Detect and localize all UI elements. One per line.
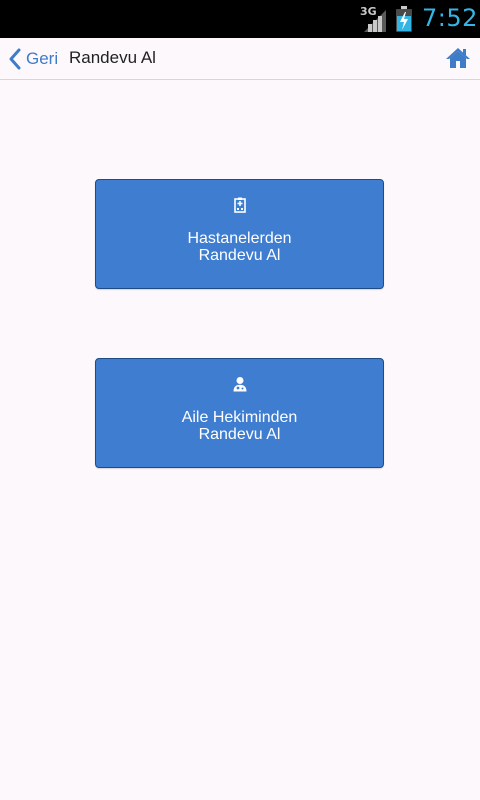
hospital-icon xyxy=(233,197,246,213)
hospital-button-label: Hastanelerden Randevu Al xyxy=(96,230,383,264)
hospital-button-line1: Hastanelerden xyxy=(187,230,292,247)
family-doctor-button-line2: Randevu Al xyxy=(198,426,281,443)
hospital-appointment-button[interactable]: Hastanelerden Randevu Al xyxy=(95,179,384,289)
back-button[interactable]: Geri xyxy=(8,46,58,72)
family-doctor-button-label: Aile Hekiminden Randevu Al xyxy=(96,409,383,443)
network-type-label: 3G xyxy=(360,5,377,18)
family-doctor-appointment-button[interactable]: Aile Hekiminden Randevu Al xyxy=(95,358,384,468)
page-title: Randevu Al xyxy=(69,48,156,67)
family-doctor-button-line1: Aile Hekiminden xyxy=(181,409,298,426)
battery-charging-icon xyxy=(396,6,412,32)
action-bar: Geri Randevu Al xyxy=(0,38,480,80)
doctor-icon xyxy=(233,377,246,392)
back-label: Geri xyxy=(26,49,59,68)
clock: 7:52 xyxy=(422,4,478,32)
status-bar: 3G 7:52 xyxy=(0,0,480,38)
hospital-button-line2: Randevu Al xyxy=(198,247,281,264)
home-icon[interactable] xyxy=(445,46,471,70)
chevron-left-icon xyxy=(9,48,21,70)
